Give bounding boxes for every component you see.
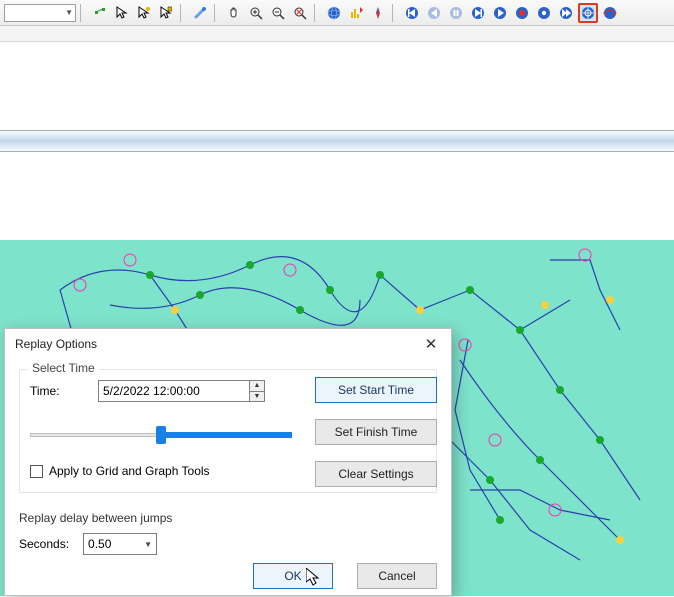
slider-fill xyxy=(161,432,292,438)
section-divider-bar xyxy=(0,130,674,152)
toolbar-separator xyxy=(214,4,220,22)
main-toolbar: ▼ xyxy=(0,0,674,26)
paintbrush-icon[interactable] xyxy=(190,3,210,23)
zoom-out-icon[interactable] xyxy=(268,3,288,23)
globe-icon[interactable] xyxy=(324,3,344,23)
time-field-label: Time: xyxy=(30,384,80,398)
element-select-icon[interactable] xyxy=(90,3,110,23)
record-icon[interactable] xyxy=(512,3,532,23)
time-slider[interactable] xyxy=(30,426,292,444)
skip-forward-icon[interactable] xyxy=(556,3,576,23)
arrow-hover-icon[interactable] xyxy=(134,3,154,23)
seconds-value: 0.50 xyxy=(88,537,111,551)
replay-delay-group: Replay delay between jumps Seconds: 0.50… xyxy=(19,511,437,555)
time-stepper[interactable]: ▲ ▼ xyxy=(250,380,265,402)
stepper-down-icon[interactable]: ▼ xyxy=(250,392,264,402)
toolbar-separator xyxy=(80,4,86,22)
apply-grid-label: Apply to Grid and Graph Tools xyxy=(49,464,210,478)
chevron-down-icon: ▼ xyxy=(144,540,152,549)
toolbar-separator xyxy=(392,4,398,22)
sub-toolbar-strip xyxy=(0,26,674,42)
toolbar-combo[interactable]: ▼ xyxy=(4,4,76,22)
record-alt-icon[interactable] xyxy=(534,3,554,23)
step-forward-icon[interactable] xyxy=(468,3,488,23)
skip-back-icon[interactable] xyxy=(402,3,422,23)
toolbar-separator xyxy=(180,4,186,22)
seconds-combo[interactable]: 0.50 ▼ xyxy=(83,533,157,555)
cancel-button[interactable]: Cancel xyxy=(357,563,437,589)
replay-delay-label: Replay delay between jumps xyxy=(19,511,437,525)
zoom-extent-icon[interactable] xyxy=(290,3,310,23)
pause-icon[interactable] xyxy=(446,3,466,23)
globe-replay-icon[interactable] xyxy=(600,3,620,23)
stepper-up-icon[interactable]: ▲ xyxy=(250,381,264,392)
close-icon[interactable]: ✕ xyxy=(417,333,445,355)
replay-options-dialog: Replay Options ✕ Select Time Time: ▲ ▼ xyxy=(4,328,452,596)
globe-stats-icon[interactable] xyxy=(346,3,366,23)
seconds-field-label: Seconds: xyxy=(19,537,69,551)
step-back-icon[interactable] xyxy=(424,3,444,23)
apply-grid-checkbox[interactable] xyxy=(30,465,43,478)
play-icon[interactable] xyxy=(490,3,510,23)
dialog-title: Replay Options xyxy=(15,337,97,351)
set-finish-time-button[interactable]: Set Finish Time xyxy=(315,419,437,445)
arrow-click-icon[interactable] xyxy=(156,3,176,23)
set-start-time-button[interactable]: Set Start Time xyxy=(315,377,437,403)
clear-settings-button[interactable]: Clear Settings xyxy=(315,461,437,487)
select-time-label: Select Time xyxy=(28,361,99,375)
ok-button[interactable]: OK xyxy=(253,563,333,589)
marker-icon[interactable] xyxy=(578,3,598,23)
dialog-titlebar[interactable]: Replay Options ✕ xyxy=(5,329,451,359)
compass-icon[interactable] xyxy=(368,3,388,23)
arrow-pointer-icon[interactable] xyxy=(112,3,132,23)
slider-thumb[interactable] xyxy=(156,426,166,444)
toolbar-separator xyxy=(314,4,320,22)
pan-hand-icon[interactable] xyxy=(224,3,244,23)
time-input[interactable] xyxy=(98,380,250,402)
zoom-in-icon[interactable] xyxy=(246,3,266,23)
